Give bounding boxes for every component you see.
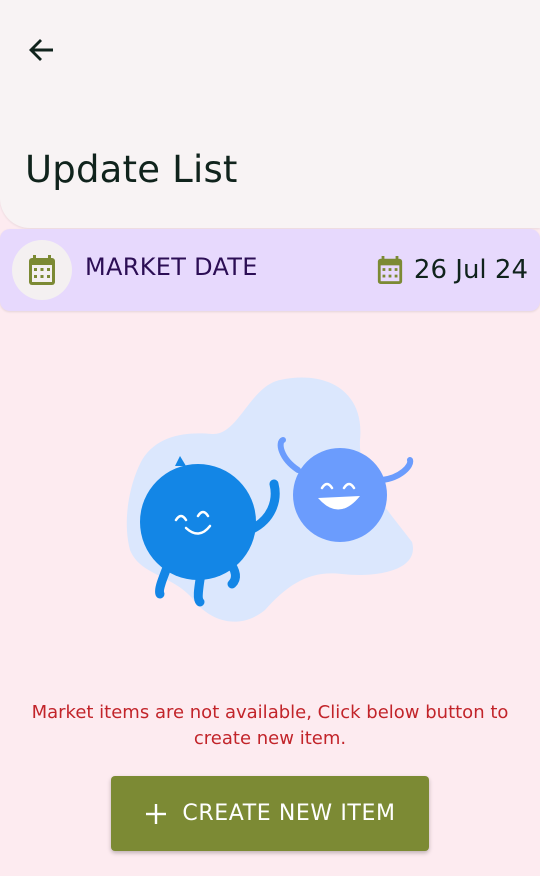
calendar-icon (29, 255, 55, 285)
create-new-item-button[interactable]: CREATE NEW ITEM (111, 776, 429, 851)
arrow-left-icon (29, 39, 53, 61)
back-button[interactable] (22, 30, 62, 70)
market-date-value[interactable]: 26 Jul 24 (376, 253, 528, 287)
app-header: Update List (0, 0, 540, 228)
happy-characters-illustration (126, 377, 414, 622)
page-title: Update List (25, 148, 238, 191)
calendar-icon (377, 256, 403, 284)
plus-icon (144, 802, 168, 826)
market-date-text: 26 Jul 24 (413, 255, 528, 285)
calendar-icon-badge (12, 240, 72, 300)
empty-state-illustration (120, 370, 420, 630)
market-date-label: MARKET DATE (85, 253, 258, 281)
empty-state-message: Market items are not available, Click be… (31, 702, 509, 749)
create-new-item-label: CREATE NEW ITEM (182, 801, 396, 826)
market-date-bar[interactable]: MARKET DATE 26 Jul 24 (0, 229, 540, 311)
